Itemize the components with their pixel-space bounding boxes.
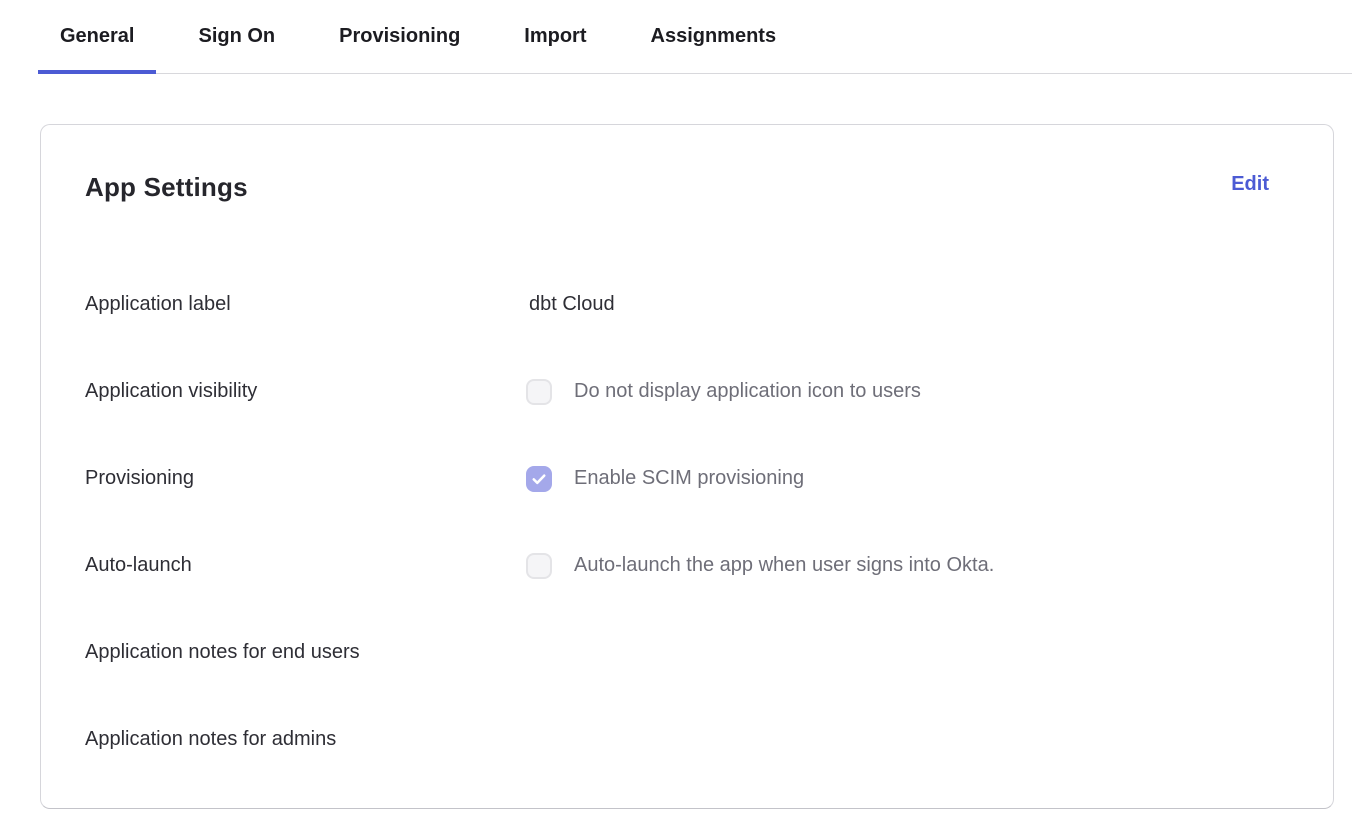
setting-label: Auto-launch (85, 554, 529, 577)
setting-value: dbt Cloud (529, 293, 615, 316)
checkbox-label: Auto-launch the app when user signs into… (574, 554, 994, 577)
setting-row-application-visibility: Application visibility Do not display app… (85, 348, 1269, 435)
checkbox-label: Enable SCIM provisioning (574, 467, 804, 490)
tab-sign-on[interactable]: Sign On (176, 0, 297, 73)
edit-button[interactable]: Edit (1231, 169, 1269, 199)
checked-checkbox[interactable] (526, 466, 552, 492)
setting-row-provisioning: Provisioning Enable SCIM provisioning (85, 435, 1269, 522)
unchecked-checkbox[interactable] (526, 379, 552, 405)
unchecked-checkbox[interactable] (526, 553, 552, 579)
setting-label: Provisioning (85, 467, 529, 490)
setting-row-application-label: Application labeldbt Cloud (85, 261, 1269, 348)
setting-value: Enable SCIM provisioning (529, 466, 804, 492)
tab-import[interactable]: Import (502, 0, 608, 73)
setting-row-application-notes-for-end-users: Application notes for end users (85, 609, 1269, 696)
setting-label: Application notes for end users (85, 641, 529, 664)
setting-label: Application label (85, 293, 529, 316)
setting-value: Auto-launch the app when user signs into… (529, 553, 994, 579)
checkbox-label: Do not display application icon to users (574, 380, 921, 403)
app-settings-card: App Settings Edit Application labeldbt C… (40, 124, 1334, 809)
setting-value: Do not display application icon to users (529, 379, 921, 405)
card-header: App Settings Edit (85, 169, 1269, 205)
setting-row-application-notes-for-admins: Application notes for admins (85, 696, 1269, 783)
setting-label: Application notes for admins (85, 728, 529, 751)
tab-assignments[interactable]: Assignments (629, 0, 799, 73)
tab-general[interactable]: General (38, 0, 156, 73)
setting-row-auto-launch: Auto-launch Auto-launch the app when user… (85, 522, 1269, 609)
tab-provisioning[interactable]: Provisioning (317, 0, 482, 73)
setting-label: Application visibility (85, 380, 529, 403)
tab-bar: General Sign On Provisioning Import Assignme… (38, 0, 1352, 74)
settings-rows: Application labeldbt CloudApplication vi… (85, 261, 1269, 783)
card-title: App Settings (85, 169, 248, 205)
